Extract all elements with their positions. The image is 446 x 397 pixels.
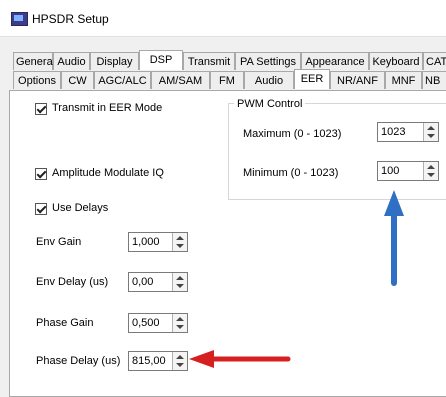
red-arrow-icon <box>189 350 291 368</box>
tab-eer[interactable]: EER <box>294 69 330 89</box>
tab-dsp[interactable]: DSP <box>139 50 183 70</box>
annotation-overlay <box>189 190 404 368</box>
blue-arrow-icon <box>384 190 404 286</box>
